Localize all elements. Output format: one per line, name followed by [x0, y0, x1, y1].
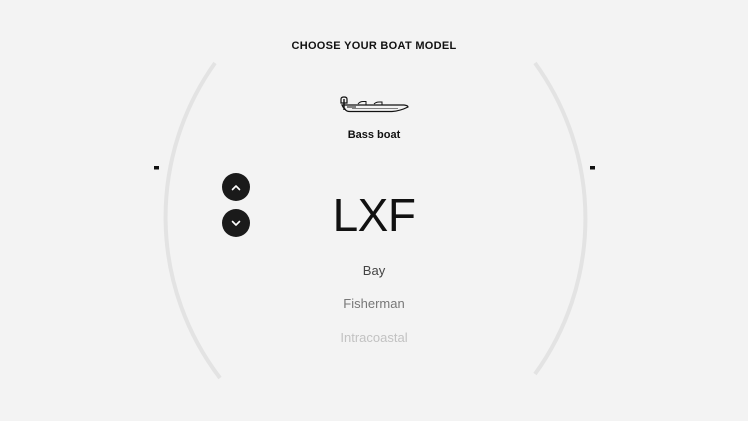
left-arc-marker — [154, 166, 159, 170]
model-option-bay[interactable]: Bay — [0, 263, 748, 278]
boat-category-label: Bass boat — [347, 129, 401, 141]
bass-boat-icon — [340, 96, 409, 113]
current-model[interactable]: LXF — [0, 190, 748, 240]
model-option-fisherman[interactable]: Fisherman — [0, 296, 748, 311]
boat-model-selector: CHOOSE YOUR BOAT MODEL Bass boat LXF Bay… — [0, 0, 748, 421]
page-title: CHOOSE YOUR BOAT MODEL — [291, 40, 457, 52]
right-arc-marker — [590, 166, 595, 170]
model-option-intracoastal[interactable]: Intracoastal — [0, 330, 748, 345]
